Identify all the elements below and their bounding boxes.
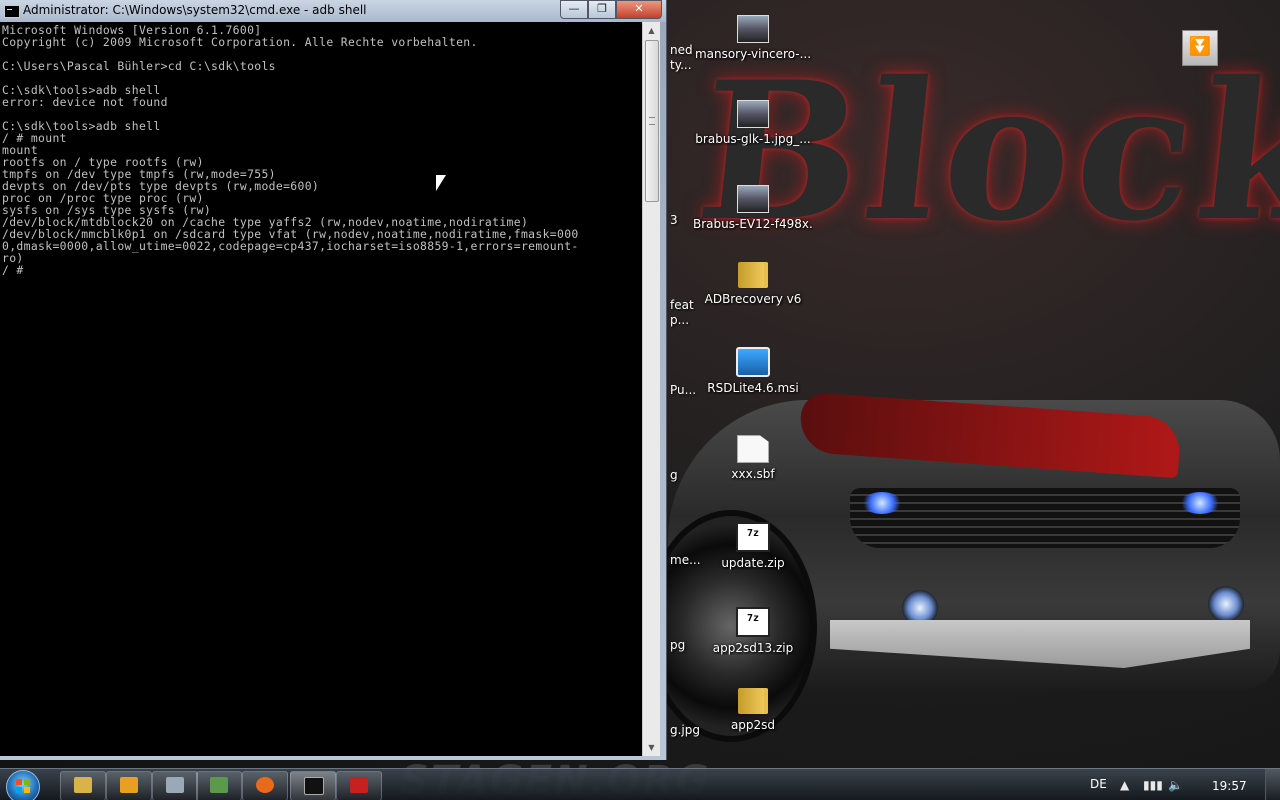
partial-icon-label[interactable]: ned (670, 43, 693, 57)
taskbar-media-player-button[interactable] (106, 771, 152, 800)
partial-icon-label[interactable]: g (670, 468, 678, 482)
desktop-icon-label: update.zip (721, 556, 785, 570)
taskbar-app-grid-button[interactable] (152, 771, 198, 800)
desktop-icon-label: ADBrecovery v6 (704, 292, 802, 306)
desktop-icon-update-zip[interactable]: 7z update.zip (693, 522, 813, 570)
partial-icon-label[interactable]: ty... (670, 58, 692, 72)
cmd-window-title: Administrator: C:\Windows\system32\cmd.e… (23, 3, 367, 17)
clock[interactable]: 19:57 (1212, 779, 1247, 793)
photo-viewer-icon (210, 777, 228, 793)
cmd-window: Administrator: C:\Windows\system32\cmd.e… (0, 0, 667, 760)
7zip-icon: 7z (736, 522, 770, 552)
scroll-up-icon[interactable]: ▲ (643, 22, 660, 39)
cmd-icon (4, 5, 20, 18)
folder-icon (738, 262, 768, 288)
window-controls: — ❐ ✕ (560, 0, 662, 19)
download-gadget-icon[interactable]: ⏬ (1182, 30, 1218, 66)
recovery-tool-icon (350, 777, 368, 793)
grid-icon (166, 777, 184, 793)
media-player-icon (120, 777, 138, 793)
desktop-icon-label: mansory-vincero-... (694, 47, 812, 61)
cmd-titlebar[interactable]: Administrator: C:\Windows\system32\cmd.e… (0, 0, 666, 22)
desktop-icon-app2sd[interactable]: app2sd (693, 688, 813, 732)
cmd-icon (304, 777, 324, 795)
partial-icon-label[interactable]: feat (670, 298, 694, 312)
volume-icon[interactable]: 🔈 (1168, 779, 1183, 791)
desktop-icon-mansory[interactable]: mansory-vincero-... (693, 15, 813, 61)
folder-icon (74, 777, 92, 793)
taskbar-cmd-button[interactable] (290, 771, 336, 800)
desktop-icon-label: app2sd13.zip (712, 641, 794, 655)
wallpaper-headlight-right (1180, 492, 1220, 514)
maximize-button[interactable]: ❐ (588, 0, 616, 19)
mouse-pointer-icon (436, 175, 446, 191)
partial-icon-label[interactable]: p... (670, 313, 689, 327)
scroll-thumb[interactable] (645, 40, 659, 202)
desktop-icon-label: Brabus-EV12-f498x... (693, 217, 813, 231)
taskbar-explorer-button[interactable] (60, 771, 106, 800)
console-output: Microsoft Windows [Version 6.1.7600] Cop… (2, 23, 579, 277)
installer-icon (736, 347, 770, 377)
console-area[interactable]: Microsoft Windows [Version 6.1.7600] Cop… (0, 22, 642, 756)
photo-icon (737, 185, 769, 213)
close-button[interactable]: ✕ (616, 0, 662, 19)
taskbar-firefox-button[interactable] (242, 771, 288, 800)
vertical-scrollbar[interactable]: ▲ ▼ (642, 22, 660, 756)
desktop: Block STAGEN.ORG ned ty... 3 feat p... P… (0, 0, 1280, 800)
desktop-icon-rsdlite[interactable]: RSDLite4.6.msi (693, 347, 813, 395)
desktop-icon-brabus-glk[interactable]: brabus-glk-1.jpg_... (693, 100, 813, 146)
minimize-button[interactable]: — (560, 0, 588, 19)
desktop-icon-label: RSDLite4.6.msi (707, 381, 799, 395)
file-icon (737, 435, 769, 463)
show-desktop-button[interactable] (1265, 769, 1280, 800)
desktop-icon-label: brabus-glk-1.jpg_... (695, 132, 811, 146)
start-button[interactable] (6, 770, 40, 800)
taskbar-recovery-tool-button[interactable] (336, 771, 382, 800)
partial-icon-label[interactable]: pg (670, 638, 685, 652)
photo-icon (737, 100, 769, 128)
desktop-icon-brabus-ev12[interactable]: Brabus-EV12-f498x... (693, 185, 813, 231)
desktop-icon-adbrecovery[interactable]: ADBrecovery v6 (693, 262, 813, 306)
wallpaper-headlight-left (862, 492, 902, 514)
firefox-icon (256, 777, 274, 793)
photo-icon (737, 15, 769, 43)
scroll-down-icon[interactable]: ▼ (643, 739, 660, 756)
desktop-icon-xxx-sbf[interactable]: xxx.sbf (693, 435, 813, 481)
language-indicator[interactable]: DE (1090, 777, 1107, 791)
show-hidden-icons-icon[interactable]: ▲ (1120, 779, 1129, 791)
wallpaper-foglight-right (1208, 586, 1244, 622)
folder-icon (738, 688, 768, 714)
taskbar: DE ▲ ▮▮▮ 🔈 19:57 (0, 768, 1280, 800)
desktop-icon-app2sd13-zip[interactable]: 7z app2sd13.zip (693, 607, 813, 655)
taskbar-photo-viewer-button[interactable] (196, 771, 242, 800)
desktop-icon-label: xxx.sbf (731, 467, 775, 481)
partial-icon-label[interactable]: 3 (670, 213, 678, 227)
7zip-icon: 7z (736, 607, 770, 637)
desktop-icon-label: app2sd (730, 718, 776, 732)
network-icon[interactable]: ▮▮▮ (1143, 779, 1163, 791)
